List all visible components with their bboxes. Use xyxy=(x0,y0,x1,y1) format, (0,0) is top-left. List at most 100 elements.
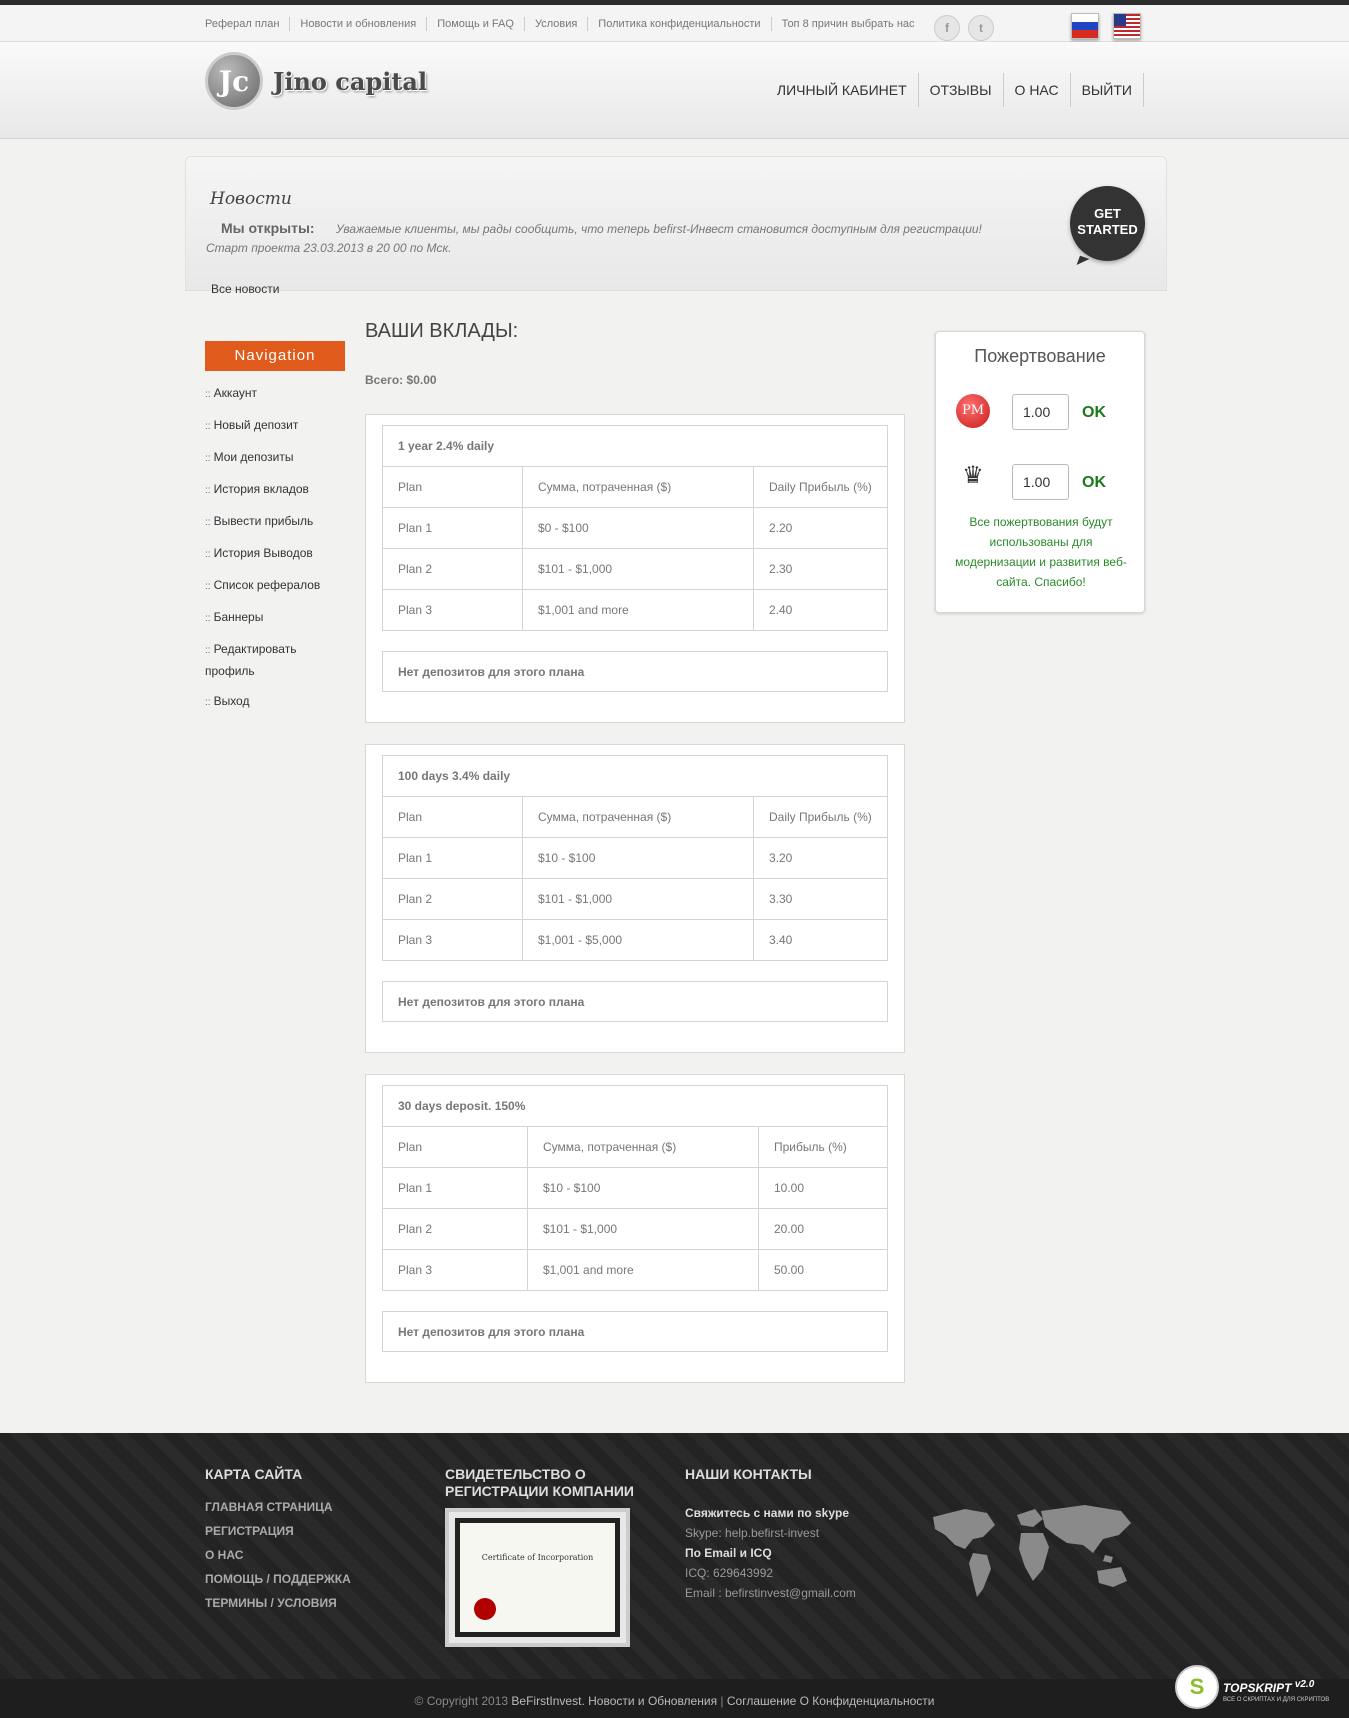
no-deposits-message: Нет депозитов для этого плана xyxy=(382,981,888,1022)
separator: | xyxy=(720,1694,724,1708)
footer-link-terms[interactable]: ТЕРМИНЫ / УСЛОВИЯ xyxy=(205,1591,351,1615)
column-header: Сумма, потраченная ($) xyxy=(522,796,754,838)
facebook-icon[interactable]: f xyxy=(934,15,960,41)
table-cell: Plan 1 xyxy=(382,1167,528,1209)
main-nav: ЛИЧНЫЙ КАБИНЕТ ОТЗЫВЫ О НАС ВЫЙТИ xyxy=(766,73,1144,107)
logo-text[interactable]: Jino capital xyxy=(273,67,427,96)
sidebar-item-withdraw-history[interactable]: :: История Выводов xyxy=(205,539,345,571)
get-started-label-2: STARTED xyxy=(1077,222,1138,237)
column-header: Сумма, потраченная ($) xyxy=(522,466,754,508)
sidebar-item-new-deposit[interactable]: :: Новый депозит xyxy=(205,411,345,443)
donate-pm-ok-button[interactable]: OK xyxy=(1082,404,1106,422)
seal-icon xyxy=(474,1598,496,1620)
bullet-icon: :: xyxy=(205,549,211,560)
footer-link-home[interactable]: ГЛАВНАЯ СТРАНИЦА xyxy=(205,1495,351,1519)
bottom-privacy-link[interactable]: Соглашение О Конфиденциальности xyxy=(727,1694,935,1708)
table-cell: $10 - $100 xyxy=(527,1167,759,1209)
no-deposits-message: Нет депозитов для этого плана xyxy=(382,651,888,692)
get-started-button[interactable]: GET STARTED xyxy=(1070,186,1145,261)
table-cell: Plan 1 xyxy=(382,837,523,879)
bullet-icon: :: xyxy=(205,581,211,592)
brand-link[interactable]: BeFirstInvest. xyxy=(511,1694,584,1708)
page-title: ВАШИ ВКЛАДЫ: xyxy=(365,320,519,342)
sitemap-title: КАРТА САЙТА xyxy=(205,1466,303,1482)
skype-label: Свяжитесь с нами по skype xyxy=(685,1506,850,1520)
sidebar-list: :: Аккаунт :: Новый депозит :: Мои депозиты… xyxy=(205,379,345,719)
certificate-image[interactable]: Certificate of Incorporation xyxy=(445,1508,630,1647)
donation-amount-pm[interactable] xyxy=(1012,394,1069,430)
table-cell: 2.40 xyxy=(753,589,888,631)
nav-logout[interactable]: ВЫЙТИ xyxy=(1071,73,1144,107)
column-header: Сумма, потраченная ($) xyxy=(527,1126,759,1168)
plan-name: 30 days deposit. 150% xyxy=(382,1085,888,1127)
plan-table: 100 days 3.4% daily Plan Сумма, потрачен… xyxy=(382,755,888,961)
plan-table: 1 year 2.4% daily Plan Сумма, потраченна… xyxy=(382,425,888,631)
sidebar-item-label: Баннеры xyxy=(213,610,264,624)
donation-amount-crown[interactable] xyxy=(1012,464,1069,500)
russian-flag-icon[interactable] xyxy=(1071,13,1099,39)
toplink-referral[interactable]: Реферал план xyxy=(205,17,289,31)
table-cell: $0 - $100 xyxy=(522,507,754,549)
table-row: Plan 3 $1,001 and more 2.40 xyxy=(382,589,888,631)
toplink-top8[interactable]: Топ 8 причин выбрать нас xyxy=(770,17,925,31)
sidebar: Navigation :: Аккаунт :: Новый депозит :: М… xyxy=(205,341,345,719)
certificate-title: СВИДЕТЕЛЬСТВО О РЕГИСТРАЦИИ КОМПАНИИ xyxy=(445,1466,634,1499)
sidebar-item-withdraw[interactable]: :: Вывести прибыль xyxy=(205,507,345,539)
navigation-title: Navigation xyxy=(205,341,345,371)
table-cell: $101 - $1,000 xyxy=(527,1208,759,1250)
footer-sitemap: КАРТА САЙТА ГЛАВНАЯ СТРАНИЦА РЕГИСТРАЦИЯ… xyxy=(205,1466,351,1615)
footer-link-about[interactable]: О НАС xyxy=(205,1543,351,1567)
footer-link-support[interactable]: ПОМОЩЬ / ПОДДЕРЖКА xyxy=(205,1567,351,1591)
toplink-privacy[interactable]: Политика конфиденциальности xyxy=(587,17,770,31)
plan-box-3: 30 days deposit. 150% Plan Сумма, потрач… xyxy=(365,1074,905,1383)
sidebar-item-label: Вывести прибыль xyxy=(213,514,314,528)
sidebar-item-banners[interactable]: :: Баннеры xyxy=(205,603,345,635)
sidebar-item-my-deposits[interactable]: :: Мои депозиты xyxy=(205,443,345,475)
bullet-icon: :: xyxy=(205,613,211,624)
toplink-news[interactable]: Новости и обновления xyxy=(289,17,426,31)
column-header: Plan xyxy=(382,796,523,838)
sidebar-item-deposit-history[interactable]: :: История вкладов xyxy=(205,475,345,507)
topskript-text: TOPSKRIPT v2.0 ВСЕ О СКРИПТАХ И ДЛЯ СКРИ… xyxy=(1223,1679,1329,1706)
sidebar-item-label: История Выводов xyxy=(213,546,313,560)
toplink-terms[interactable]: Условия xyxy=(523,17,587,31)
bullet-icon: :: xyxy=(205,697,211,708)
news-headline: Мы открыты: xyxy=(221,220,315,236)
all-news-link[interactable]: Все новости xyxy=(211,282,279,296)
sidebar-item-edit-profile[interactable]: :: Редактировать профиль xyxy=(205,635,345,687)
sidebar-item-label: Новый депозит xyxy=(213,418,299,432)
table-row: Plan 1 $0 - $100 2.20 xyxy=(382,507,888,549)
table-cell: $1,001 and more xyxy=(527,1249,759,1291)
column-header: Прибыль (%) xyxy=(758,1126,888,1168)
table-cell: 20.00 xyxy=(758,1208,888,1250)
contacts-title: НАШИ КОНТАКТЫ xyxy=(685,1466,812,1482)
topskript-badge[interactable]: S TOPSKRIPT v2.0 ВСЕ О СКРИПТАХ И ДЛЯ СК… xyxy=(1175,1665,1345,1713)
sidebar-item-referrals[interactable]: :: Список рефералов xyxy=(205,571,345,603)
table-header-row: Plan Сумма, потраченная ($) Daily Прибыл… xyxy=(382,796,888,838)
donation-widget: Пожертвование PM OK ♛ OK Все пожертвован… xyxy=(935,331,1145,613)
donation-note: Все пожертвования будут использованы для… xyxy=(955,515,1127,589)
logo-icon[interactable]: Jc xyxy=(205,52,263,110)
sidebar-item-label: История вкладов xyxy=(213,482,309,496)
table-row: Plan 1 $10 - $100 3.20 xyxy=(382,837,888,879)
table-cell: Plan 3 xyxy=(382,589,523,631)
bottom-news-link[interactable]: Новости и Обновления xyxy=(588,1694,717,1708)
toplink-faq[interactable]: Помощь и FAQ xyxy=(426,17,524,31)
sidebar-item-logout[interactable]: :: Выход xyxy=(205,687,345,719)
table-row: Plan 2 $101 - $1,000 20.00 xyxy=(382,1208,888,1250)
bullet-icon: :: xyxy=(205,421,211,432)
sidebar-item-label: Аккаунт xyxy=(213,386,257,400)
us-flag-icon[interactable] xyxy=(1113,13,1141,39)
sidebar-item-account[interactable]: :: Аккаунт xyxy=(205,379,345,411)
footer-link-register[interactable]: РЕГИСТРАЦИЯ xyxy=(205,1519,351,1543)
table-row: Plan 3 $1,001 - $5,000 3.40 xyxy=(382,919,888,961)
sidebar-item-label: Выход xyxy=(213,694,250,708)
copyright-bar: © Copyright 2013 BeFirstInvest. Новости … xyxy=(0,1679,1349,1718)
plan-name: 1 year 2.4% daily xyxy=(382,425,888,467)
nav-reviews[interactable]: ОТЗЫВЫ xyxy=(919,73,1004,107)
twitter-icon[interactable]: t xyxy=(968,15,994,41)
nav-cabinet[interactable]: ЛИЧНЫЙ КАБИНЕТ xyxy=(766,73,919,107)
nav-about[interactable]: О НАС xyxy=(1004,73,1071,107)
donate-crown-ok-button[interactable]: OK xyxy=(1082,474,1106,492)
table-cell: 2.30 xyxy=(753,548,888,590)
